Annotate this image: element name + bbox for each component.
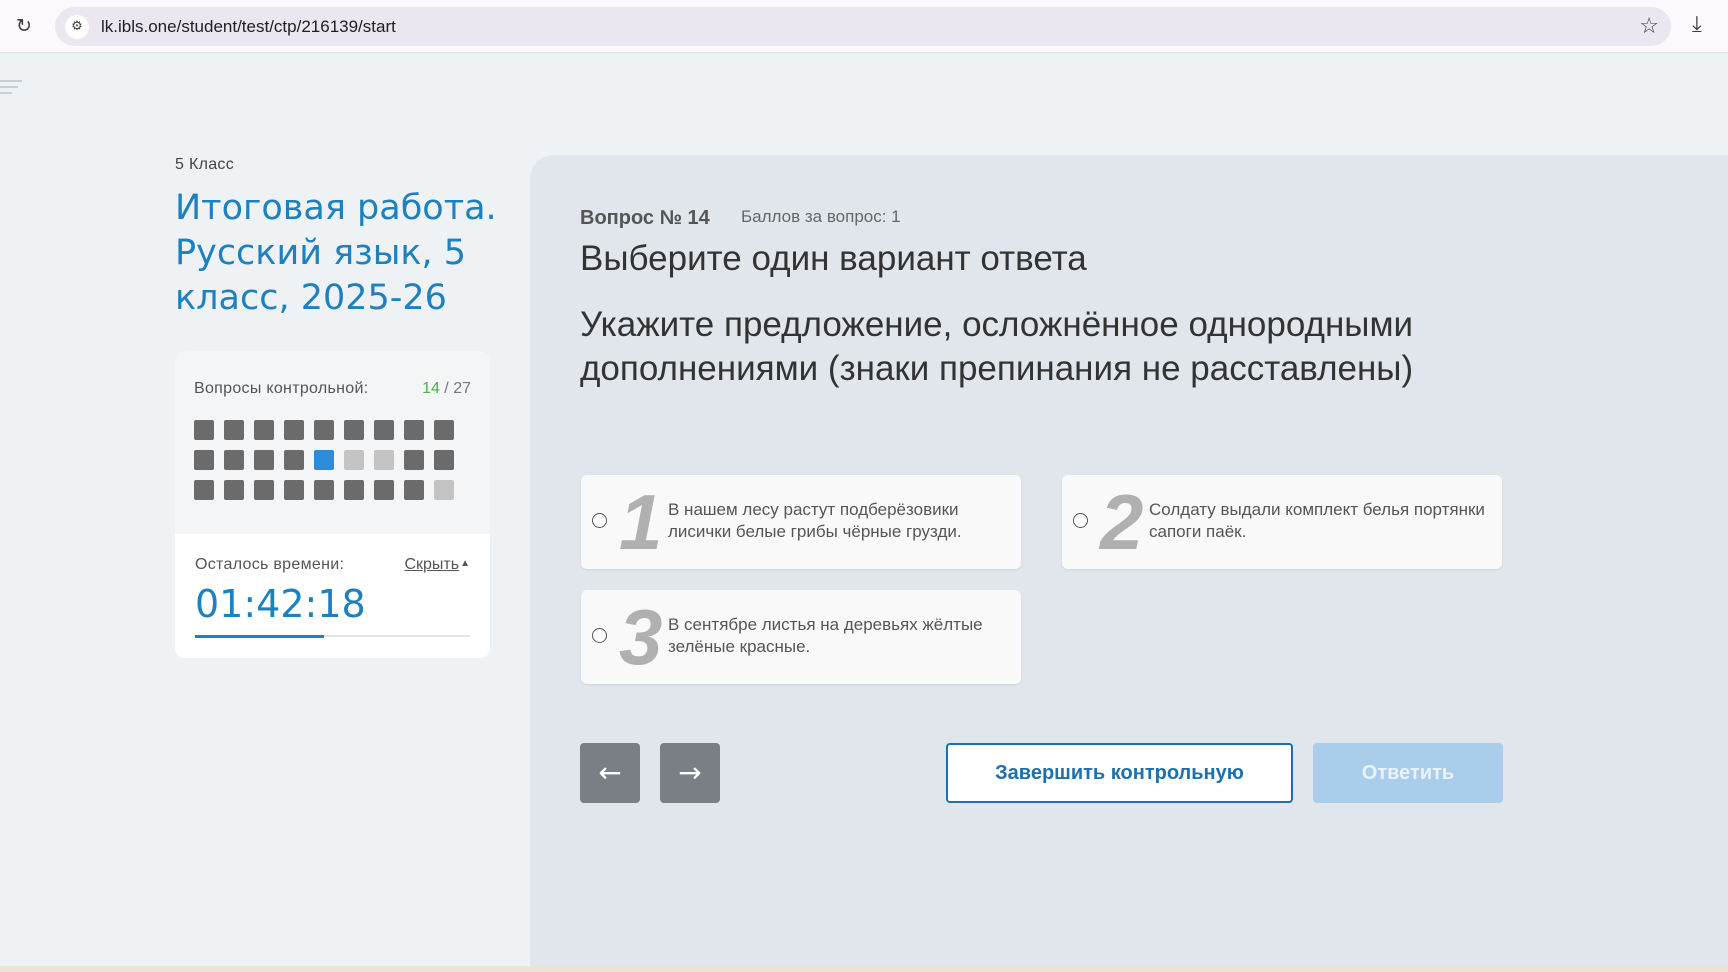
option-number: 1: [619, 478, 663, 566]
question-cell-12[interactable]: [254, 450, 274, 470]
hide-timer-label[interactable]: Скрыть: [404, 556, 459, 573]
site-settings-icon[interactable]: ⚙: [65, 15, 89, 39]
answer-option-1[interactable]: 1 В нашем лесу растут подберёзовики лиси…: [581, 475, 1021, 569]
question-cell-27[interactable]: [434, 480, 454, 500]
question-text: Укажите предложение, осложнённое однород…: [580, 305, 1414, 388]
questions-counter: 14 / 27: [422, 380, 471, 398]
address-bar[interactable]: ⚙ lk.ibls.one/student/test/ctp/216139/st…: [55, 7, 1671, 46]
hamburger-menu-icon[interactable]: [0, 80, 22, 98]
question-points: Баллов за вопрос: 1: [741, 207, 901, 226]
test-title: Итоговая работа. Русский язык, 5 класс, …: [175, 188, 497, 318]
option-number: 3: [619, 593, 663, 681]
bottom-edge: [0, 966, 1728, 972]
question-cell-14[interactable]: [314, 450, 334, 470]
finish-test-button[interactable]: Завершить контрольную: [946, 743, 1293, 803]
question-number: Вопрос № 14: [580, 207, 710, 229]
question-panel: Вопрос № 14 Баллов за вопрос: 1 Выберите…: [530, 155, 1728, 972]
browser-toolbar: ↻ ⚙ lk.ibls.one/student/test/ctp/216139/…: [0, 0, 1728, 53]
questions-label: Вопросы контрольной:: [194, 380, 369, 397]
question-cell-22[interactable]: [284, 480, 304, 500]
question-cell-10[interactable]: [194, 450, 214, 470]
answer-option-3[interactable]: 3 В сентябре листья на деревьях жёлтые з…: [581, 590, 1021, 684]
radio-button[interactable]: [592, 628, 607, 643]
question-cell-5[interactable]: [314, 420, 334, 440]
question-cell-23[interactable]: [314, 480, 334, 500]
caret-up-icon[interactable]: ▲: [460, 558, 470, 569]
question-cell-15[interactable]: [344, 450, 364, 470]
star-icon[interactable]: ☆: [1639, 14, 1659, 39]
counter-separator: /: [439, 380, 454, 397]
next-question-button[interactable]: →: [660, 743, 720, 803]
previous-question-button[interactable]: ←: [580, 743, 640, 803]
radio-button[interactable]: [592, 513, 607, 528]
option-text[interactable]: В сентябре листья на деревьях жёлтые зел…: [668, 614, 1008, 658]
answer-option-2[interactable]: 2 Солдату выдали комплект белья портянки…: [1062, 475, 1502, 569]
question-cell-20[interactable]: [224, 480, 244, 500]
timer-progress-fill: [195, 635, 325, 638]
timer-progress-track: [195, 635, 470, 638]
total-questions: 27: [453, 380, 471, 397]
question-cell-19[interactable]: [194, 480, 214, 500]
question-cell-4[interactable]: [284, 420, 304, 440]
question-cell-11[interactable]: [224, 450, 244, 470]
submit-answer-button[interactable]: Ответить: [1313, 743, 1503, 803]
question-cell-9[interactable]: [434, 420, 454, 440]
timer-value: 01:42:18: [195, 582, 366, 626]
question-cell-7[interactable]: [374, 420, 394, 440]
question-cell-13[interactable]: [284, 450, 304, 470]
timer-label: Осталось времени:: [195, 556, 345, 573]
current-question-number: 14: [422, 380, 440, 397]
question-cell-18[interactable]: [434, 450, 454, 470]
grade-label: 5 Класс: [175, 156, 234, 173]
question-instruction: Выберите один вариант ответа: [580, 239, 1087, 278]
option-text[interactable]: В нашем лесу растут подберёзовики лисичк…: [668, 499, 1008, 543]
question-cell-1[interactable]: [194, 420, 214, 440]
question-cell-21[interactable]: [254, 480, 274, 500]
question-cell-16[interactable]: [374, 450, 394, 470]
question-cell-24[interactable]: [344, 480, 364, 500]
timer-panel: Осталось времени: Скрыть▲ 01:42:18: [175, 534, 490, 658]
question-cell-17[interactable]: [404, 450, 424, 470]
url-text[interactable]: lk.ibls.one/student/test/ctp/216139/star…: [101, 17, 396, 37]
question-cell-26[interactable]: [404, 480, 424, 500]
download-icon[interactable]: ⤓: [1692, 12, 1702, 37]
question-cell-3[interactable]: [254, 420, 274, 440]
radio-button[interactable]: [1073, 513, 1088, 528]
option-number: 2: [1100, 478, 1144, 566]
reload-icon[interactable]: ↻: [12, 14, 36, 38]
question-cell-8[interactable]: [404, 420, 424, 440]
option-text[interactable]: Солдату выдали комплект белья портянки с…: [1149, 499, 1489, 543]
questions-navigator: Вопросы контрольной: 14 / 27: [175, 351, 490, 534]
hide-timer-link[interactable]: Скрыть▲: [404, 556, 470, 574]
question-cell-25[interactable]: [374, 480, 394, 500]
question-grid: [194, 420, 454, 500]
question-cell-2[interactable]: [224, 420, 244, 440]
question-cell-6[interactable]: [344, 420, 364, 440]
